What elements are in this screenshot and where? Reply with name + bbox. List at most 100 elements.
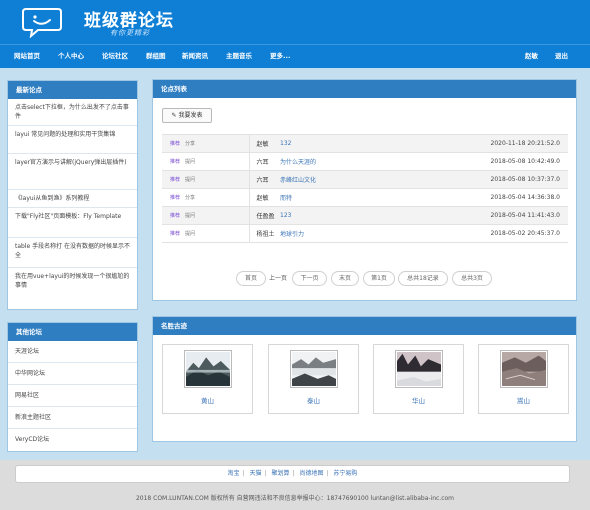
scenic-name: 嵩山 xyxy=(517,397,530,405)
scenic-card[interactable]: 嵩山 xyxy=(478,344,569,414)
topic-time: 2018-05-08 10:37:37.0 xyxy=(458,170,568,189)
scenic-name: 泰山 xyxy=(307,397,320,405)
scenic-name: 华山 xyxy=(412,397,425,405)
topic-time: 2020-11-18 20:21:52.0 xyxy=(458,134,568,153)
tag-recommend: 推荐 xyxy=(170,159,181,165)
footer-separator: | xyxy=(264,470,267,477)
tag-category: 提问 xyxy=(185,231,196,237)
prev-page-link[interactable]: 上一页 xyxy=(269,271,287,286)
next-page-button[interactable]: 下一页 xyxy=(292,271,327,286)
nav-item-news[interactable]: 新闻资讯 xyxy=(182,45,208,68)
site-header: 班级群论坛 有你更精彩 xyxy=(0,0,590,44)
scenic-photo xyxy=(290,350,338,388)
copyright-text: 2018 COM.LUNTAN.COM 版权所有 自营网违法和不良信息举报中心：… xyxy=(135,495,455,502)
topic-time: 2018-05-04 14:36:38.0 xyxy=(458,188,568,207)
site-footer: 淘宝 | 天猫 | 聚划算 | 尚德地图 | 苏宁易购 2018 COM.LUNTAN.… xyxy=(0,460,590,510)
tag-recommend: 推荐 xyxy=(170,213,181,219)
nav-item-personal-center[interactable]: 个人中心 xyxy=(58,45,84,68)
topic-title-link[interactable]: 132 xyxy=(275,134,458,153)
pencil-icon: ✎ xyxy=(171,112,177,119)
topic-author: 六耳 xyxy=(249,152,275,171)
topic-title-link[interactable]: 为什么天涯的 xyxy=(275,152,458,171)
site-slogan: 有你更精彩 xyxy=(110,29,150,37)
footer-link[interactable]: 尚德地图 xyxy=(299,470,323,477)
post-topic-button[interactable]: ✎ 我要发表 xyxy=(162,108,212,123)
nav-item-groups[interactable]: 群组图 xyxy=(146,45,166,68)
table-row[interactable]: 推荐 提问 任盈盈 123 2018-05-04 11:41:43.0 xyxy=(162,206,568,225)
table-row[interactable]: 推荐 提问 六耳 为什么天涯的 2018-05-08 10:42:49.0 xyxy=(162,152,568,171)
scenic-name: 黄山 xyxy=(201,397,214,405)
topic-author: 六耳 xyxy=(249,170,275,189)
nav-item-more[interactable]: 更多... xyxy=(270,45,290,68)
tag-recommend: 推荐 xyxy=(170,141,181,147)
other-forum-link[interactable]: 中华网论坛 xyxy=(8,363,137,385)
latest-topics-title: 最新论点 xyxy=(8,81,137,99)
other-forum-link[interactable]: 新浪主题社区 xyxy=(8,407,137,429)
latest-topic-item[interactable]: 下载"Fly社区"页面模板：Fly Template xyxy=(8,208,137,238)
tag-recommend: 推荐 xyxy=(170,177,181,183)
topic-author: 任盈盈 xyxy=(249,206,275,225)
scenic-photo xyxy=(184,350,232,388)
main-nav: 网站首页 个人中心 论坛社区 群组图 新闻资讯 主题音乐 更多... 赵敏 退出 xyxy=(0,44,590,68)
footer-link[interactable]: 淘宝 xyxy=(228,470,240,477)
topic-table: 推荐 分享 赵敏 132 2020-11-18 20:21:52.0 推荐 提问 六… xyxy=(162,134,568,243)
tag-recommend: 推荐 xyxy=(170,195,181,201)
nav-item-home[interactable]: 网站首页 xyxy=(14,45,40,68)
table-row[interactable]: 推荐 分享 赵敏 132 2020-11-18 20:21:52.0 xyxy=(162,134,568,153)
tag-category: 分享 xyxy=(185,141,196,147)
latest-topic-item[interactable]: layui 常见问题的处理和实用干货集锦 xyxy=(8,126,137,154)
other-forum-link[interactable]: 天涯论坛 xyxy=(8,341,137,363)
topic-author: 赵敏 xyxy=(249,188,275,207)
first-page-button[interactable]: 首页 xyxy=(236,271,266,286)
scenic-title: 名胜古迹 xyxy=(153,317,576,335)
scenic-card[interactable]: 黄山 xyxy=(162,344,253,414)
scenic-card[interactable]: 泰山 xyxy=(268,344,359,414)
topic-time: 2018-05-08 10:42:49.0 xyxy=(458,152,568,171)
footer-links: 淘宝 | 天猫 | 聚划算 | 尚德地图 | 苏宁易购 xyxy=(15,465,570,483)
tag-recommend: 推荐 xyxy=(170,231,181,237)
footer-link[interactable]: 苏宁易购 xyxy=(333,470,357,477)
other-forums-title: 其他论坛 xyxy=(8,323,137,341)
topic-title-link[interactable]: 而特 xyxy=(275,188,458,207)
topic-list-title: 论点列表 xyxy=(153,80,576,98)
table-row[interactable]: 推荐 提问 六耳 赤峰红山文化 2018-05-08 10:37:37.0 xyxy=(162,170,568,189)
tag-category: 提问 xyxy=(185,177,196,183)
chat-bubble-icon xyxy=(22,8,62,38)
topic-author: 杨祖土 xyxy=(249,224,275,243)
footer-separator: | xyxy=(242,470,245,477)
other-forum-link[interactable]: VeryCD论坛 xyxy=(8,429,137,451)
footer-link[interactable]: 天猫 xyxy=(250,470,262,477)
footer-link[interactable]: 聚划算 xyxy=(271,470,289,477)
current-page-label: 第1页 xyxy=(363,271,395,286)
other-forum-link[interactable]: 网易社区 xyxy=(8,385,137,407)
latest-topic-item[interactable]: table 手段名称打 在没有数据的时候显示不全 xyxy=(8,238,137,268)
latest-topic-item[interactable]: 《layui从鱼到渔》系列教程 xyxy=(8,190,137,208)
total-pages-label: 总共3页 xyxy=(452,271,492,286)
latest-topic-item[interactable]: layer官方演示与讲解(jQuery弹出层插件) xyxy=(8,154,137,190)
last-page-button[interactable]: 末页 xyxy=(331,271,359,286)
topic-time: 2018-05-02 20:45:37.0 xyxy=(458,224,568,243)
topic-title-link[interactable]: 赤峰红山文化 xyxy=(275,170,458,189)
scenic-photo xyxy=(395,350,443,388)
other-forums-panel: 其他论坛 天涯论坛 中华网论坛 网易社区 新浪主题社区 VeryCD论坛 xyxy=(7,322,138,452)
scenic-photo xyxy=(500,350,548,388)
topic-time: 2018-05-04 11:41:43.0 xyxy=(458,206,568,225)
table-row[interactable]: 推荐 提问 杨祖土 地球引力 2018-05-02 20:45:37.0 xyxy=(162,224,568,243)
latest-topic-item[interactable]: 点击select下拉框，为什么出发不了点击事件 xyxy=(8,99,137,126)
footer-separator: | xyxy=(326,470,329,477)
total-records-label: 总共18记录 xyxy=(398,271,448,286)
scenic-card[interactable]: 华山 xyxy=(373,344,464,414)
pagination: 首页 上一页 下一页 末页 第1页 总共18记录 总共3页 xyxy=(0,271,590,286)
nav-item-music[interactable]: 主题音乐 xyxy=(226,45,252,68)
tag-category: 提问 xyxy=(185,159,196,165)
tag-category: 提问 xyxy=(185,213,196,219)
nav-user[interactable]: 赵敏 xyxy=(525,45,538,68)
topic-title-link[interactable]: 123 xyxy=(275,206,458,225)
footer-separator: | xyxy=(292,470,295,477)
nav-logout[interactable]: 退出 xyxy=(555,45,568,68)
post-topic-label: 我要发表 xyxy=(178,112,203,119)
nav-item-forum[interactable]: 论坛社区 xyxy=(102,45,128,68)
tag-category: 分享 xyxy=(185,195,196,201)
topic-title-link[interactable]: 地球引力 xyxy=(275,224,458,243)
table-row[interactable]: 推荐 分享 赵敏 而特 2018-05-04 14:36:38.0 xyxy=(162,188,568,207)
